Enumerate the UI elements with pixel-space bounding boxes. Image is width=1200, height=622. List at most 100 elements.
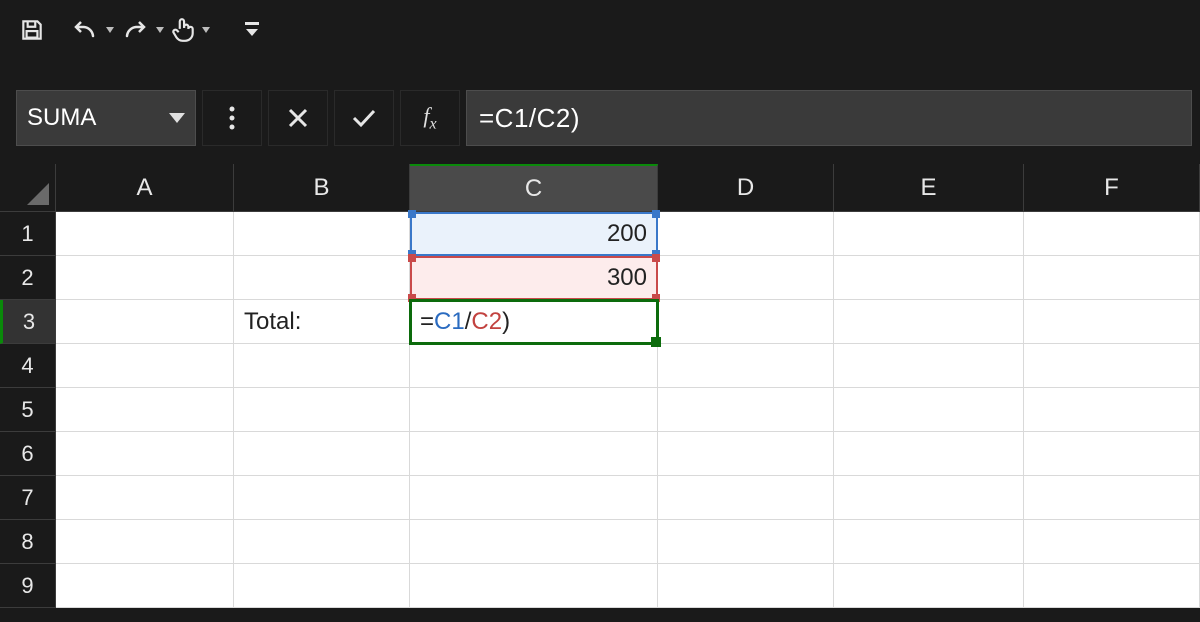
cell-A6[interactable] [56, 432, 234, 476]
table-row: Total: =C1/C2) [56, 300, 1200, 344]
cell-B9[interactable] [234, 564, 410, 608]
row-header-column: 1 2 3 4 5 6 7 8 9 [0, 212, 56, 608]
table-row [56, 344, 1200, 388]
cell-A2[interactable] [56, 256, 234, 300]
cell-D5[interactable] [658, 388, 834, 432]
undo-icon [70, 18, 100, 42]
cell-D3[interactable] [658, 300, 834, 344]
table-row [56, 432, 1200, 476]
cell-F6[interactable] [1024, 432, 1200, 476]
cancel-formula-button[interactable] [268, 90, 328, 146]
cell-A7[interactable] [56, 476, 234, 520]
formula-bar-text: =C1/C2) [479, 103, 580, 134]
cell-F7[interactable] [1024, 476, 1200, 520]
row-header-6[interactable]: 6 [0, 432, 56, 476]
cell-D6[interactable] [658, 432, 834, 476]
redo-button[interactable] [120, 18, 164, 42]
cell-A1[interactable] [56, 212, 234, 256]
close-icon [287, 107, 309, 129]
formula-bar-input[interactable]: =C1/C2) [466, 90, 1192, 146]
cell-E5[interactable] [834, 388, 1024, 432]
cell-F8[interactable] [1024, 520, 1200, 564]
customize-icon [243, 20, 261, 40]
cell-B4[interactable] [234, 344, 410, 388]
cell-E6[interactable] [834, 432, 1024, 476]
more-options-button[interactable] [202, 90, 262, 146]
touch-mode-button[interactable] [170, 16, 210, 44]
column-header-B[interactable]: B [234, 164, 410, 212]
quick-access-toolbar [0, 0, 1200, 60]
cell-C2[interactable]: 300 [410, 256, 658, 300]
cell-D7[interactable] [658, 476, 834, 520]
cell-B8[interactable] [234, 520, 410, 564]
cell-F2[interactable] [1024, 256, 1200, 300]
column-header-E[interactable]: E [834, 164, 1024, 212]
cell-E9[interactable] [834, 564, 1024, 608]
name-box[interactable]: SUMA [16, 90, 196, 146]
column-header-D[interactable]: D [658, 164, 834, 212]
column-header-A[interactable]: A [56, 164, 234, 212]
cell-C1[interactable]: 200 [410, 212, 658, 256]
cell-E4[interactable] [834, 344, 1024, 388]
cell-A9[interactable] [56, 564, 234, 608]
save-button[interactable] [14, 10, 50, 50]
cell-B1[interactable] [234, 212, 410, 256]
column-header-C[interactable]: C [410, 164, 658, 212]
cell-B2[interactable] [234, 256, 410, 300]
cell-D8[interactable] [658, 520, 834, 564]
column-header-row: A B C D E F [0, 164, 1200, 212]
cell-B6[interactable] [234, 432, 410, 476]
row-header-9[interactable]: 9 [0, 564, 56, 608]
row-header-8[interactable]: 8 [0, 520, 56, 564]
cell-A3[interactable] [56, 300, 234, 344]
cell-D9[interactable] [658, 564, 834, 608]
cell-E3[interactable] [834, 300, 1024, 344]
cell-E8[interactable] [834, 520, 1024, 564]
table-row [56, 476, 1200, 520]
cell-D1[interactable] [658, 212, 834, 256]
cell-F1[interactable] [1024, 212, 1200, 256]
cell-F5[interactable] [1024, 388, 1200, 432]
cell-E1[interactable] [834, 212, 1024, 256]
spreadsheet-grid: A B C D E F 1 2 3 4 5 6 7 8 9 200 [0, 164, 1200, 608]
row-header-4[interactable]: 4 [0, 344, 56, 388]
cell-A4[interactable] [56, 344, 234, 388]
cell-B5[interactable] [234, 388, 410, 432]
cell-D4[interactable] [658, 344, 834, 388]
cell-B7[interactable] [234, 476, 410, 520]
chevron-down-icon [202, 27, 210, 33]
cell-E7[interactable] [834, 476, 1024, 520]
select-all-cell[interactable] [0, 164, 56, 212]
formula-bar-row: SUMA fx =C1/C2) [0, 90, 1200, 146]
chevron-down-icon [156, 27, 164, 33]
cell-C7[interactable] [410, 476, 658, 520]
cell-C3[interactable]: =C1/C2) [410, 300, 658, 344]
cell-D2[interactable] [658, 256, 834, 300]
enter-formula-button[interactable] [334, 90, 394, 146]
row-header-3[interactable]: 3 [0, 300, 56, 344]
cell-A8[interactable] [56, 520, 234, 564]
row-header-2[interactable]: 2 [0, 256, 56, 300]
chevron-down-icon[interactable] [169, 113, 185, 123]
cell-A5[interactable] [56, 388, 234, 432]
cell-C6[interactable] [410, 432, 658, 476]
cell-B3[interactable]: Total: [234, 300, 410, 344]
cell-F3[interactable] [1024, 300, 1200, 344]
fx-icon: fx [423, 103, 436, 133]
name-box-value: SUMA [27, 104, 96, 132]
customize-qat-button[interactable] [234, 10, 270, 50]
cell-C4[interactable] [410, 344, 658, 388]
cell-F4[interactable] [1024, 344, 1200, 388]
insert-function-button[interactable]: fx [400, 90, 460, 146]
cell-F9[interactable] [1024, 564, 1200, 608]
cell-C8[interactable] [410, 520, 658, 564]
row-header-1[interactable]: 1 [0, 212, 56, 256]
cell-C5[interactable] [410, 388, 658, 432]
column-header-F[interactable]: F [1024, 164, 1200, 212]
undo-button[interactable] [70, 18, 114, 42]
table-row [56, 564, 1200, 608]
row-header-5[interactable]: 5 [0, 388, 56, 432]
cell-C9[interactable] [410, 564, 658, 608]
row-header-7[interactable]: 7 [0, 476, 56, 520]
cell-E2[interactable] [834, 256, 1024, 300]
